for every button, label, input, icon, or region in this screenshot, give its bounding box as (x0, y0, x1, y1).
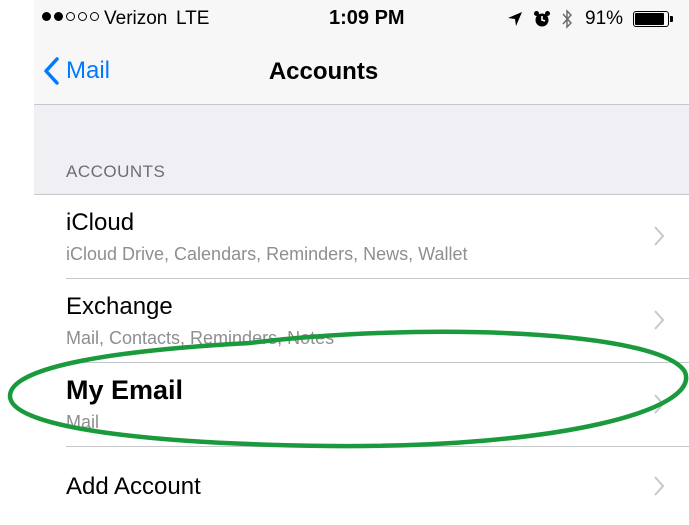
add-account-row[interactable]: Add Account (34, 447, 689, 525)
accounts-list: iCloud iCloud Drive, Calendars, Reminder… (34, 194, 689, 525)
section-header: ACCOUNTS (66, 162, 166, 181)
battery-icon (633, 11, 674, 27)
location-arrow-icon (508, 12, 522, 26)
account-row-my-email[interactable]: My Email Mail (34, 363, 689, 447)
signal-dot (78, 12, 87, 21)
signal-dot (66, 12, 75, 21)
account-row-icloud[interactable]: iCloud iCloud Drive, Calendars, Reminder… (34, 195, 689, 279)
navigation-bar: Mail Accounts (34, 40, 689, 105)
chevron-right-icon (654, 226, 665, 246)
bluetooth-icon (562, 9, 572, 29)
ios-settings-screen: Verizon LTE 1:09 PM 91% Mail Accounts AC… (34, 0, 689, 525)
page-title: Accounts (268, 58, 379, 85)
account-subtitle: Mail (66, 412, 100, 432)
status-icons: 91% (507, 8, 674, 30)
battery-percentage: 91% (585, 8, 624, 29)
cell-signal-icon (42, 12, 99, 21)
account-title: Exchange (66, 293, 173, 320)
signal-dot (90, 12, 99, 21)
status-time: 1:09 PM (329, 7, 405, 29)
carrier-name: Verizon (104, 8, 168, 29)
account-subtitle: iCloud Drive, Calendars, Reminders, News… (66, 244, 468, 264)
chevron-right-icon (654, 310, 665, 330)
alarm-clock-icon (534, 11, 550, 27)
screenshot: Verizon LTE 1:09 PM 91% Mail Accounts AC… (0, 0, 689, 525)
account-row-exchange[interactable]: Exchange Mail, Contacts, Reminders, Note… (34, 279, 689, 363)
account-title: iCloud (66, 209, 135, 236)
status-bar: Verizon LTE 1:09 PM 91% (34, 0, 689, 40)
signal-dot (54, 12, 63, 21)
add-account-label: Add Account (66, 473, 201, 500)
signal-dot (42, 12, 51, 21)
account-title: My Email (66, 375, 184, 405)
account-subtitle: Mail, Contacts, Reminders, Notes (66, 328, 335, 348)
network-type: LTE (176, 8, 210, 29)
chevron-right-icon (654, 476, 665, 496)
chevron-right-icon (654, 394, 665, 414)
